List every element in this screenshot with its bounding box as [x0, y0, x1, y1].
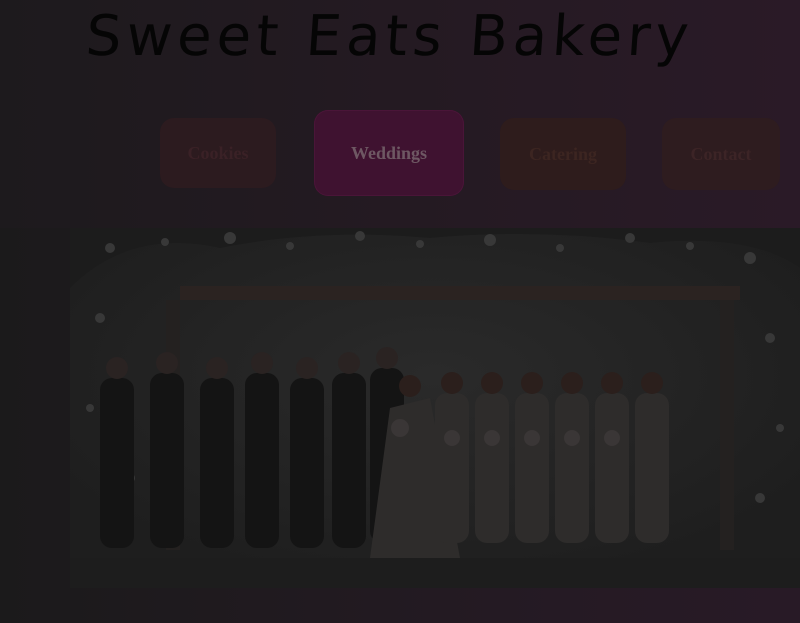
nav-weddings-button[interactable]: Weddings [314, 110, 464, 196]
wedding-photo [70, 228, 800, 588]
nav-catering-button[interactable]: Catering [500, 118, 626, 190]
page: Sweet Eats Bakery Cookies Weddings Cater… [0, 0, 800, 623]
nav-contact-button[interactable]: Contact [662, 118, 780, 190]
header: Sweet Eats Bakery Cookies Weddings Cater… [0, 0, 800, 228]
hero-image [70, 228, 800, 588]
nav-cookies-button[interactable]: Cookies [160, 118, 276, 188]
site-title: Sweet Eats Bakery [83, 4, 696, 69]
